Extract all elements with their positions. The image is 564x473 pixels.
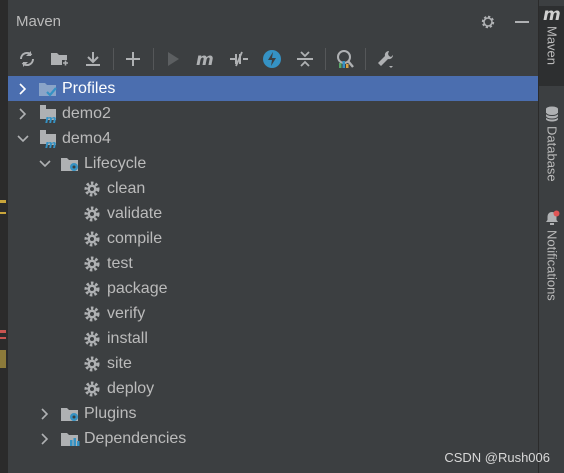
gutter-marker xyxy=(0,350,6,368)
add-maven-project-icon[interactable] xyxy=(47,46,73,72)
side-tab-label: Database xyxy=(544,126,560,182)
maven-toolbar: m xyxy=(8,44,538,74)
minimize-icon[interactable] xyxy=(512,12,532,32)
tree-node-label: clean xyxy=(107,179,146,197)
tree-node-label: Lifecycle xyxy=(84,154,147,172)
tree-node-label: demo4 xyxy=(62,129,111,147)
tree-node-label: deploy xyxy=(107,379,155,397)
database-icon xyxy=(545,106,559,122)
lifecycle-phase-deploy[interactable]: deploy xyxy=(8,376,538,401)
tool-window-header: Maven xyxy=(8,0,538,44)
run-icon[interactable] xyxy=(160,46,186,72)
gutter-marker xyxy=(0,330,6,333)
gear-icon[interactable] xyxy=(478,12,498,32)
tree-node-label: verify xyxy=(107,304,146,322)
lifecycle-phase-validate[interactable]: validate xyxy=(8,201,538,226)
gear-icon xyxy=(82,379,102,399)
toolbar-separator xyxy=(113,48,114,70)
maven-tool-window: Maven m Profiles m demo2 m demo4 Lifecyc… xyxy=(8,0,538,473)
gutter-marker xyxy=(0,212,6,214)
gear-icon xyxy=(82,329,102,349)
tree-node-profiles[interactable]: Profiles xyxy=(8,76,538,101)
gear-icon xyxy=(82,229,102,249)
notifications-side-tab[interactable]: Notifications xyxy=(539,210,564,320)
editor-gutter-strip xyxy=(0,0,8,473)
toolbar-separator xyxy=(365,48,366,70)
svg-text:m: m xyxy=(196,51,214,67)
chevron-right-icon[interactable] xyxy=(16,107,30,121)
skip-tests-icon[interactable] xyxy=(259,46,285,72)
svg-text:m: m xyxy=(45,113,56,124)
lifecycle-phase-site[interactable]: site xyxy=(8,351,538,376)
lifecycle-folder-icon xyxy=(60,154,80,174)
svg-text:m: m xyxy=(45,138,56,149)
tree-node-label: Profiles xyxy=(62,79,116,97)
lifecycle-phase-install[interactable]: install xyxy=(8,326,538,351)
maven-projects-tree: Profiles m demo2 m demo4 Lifecycle clean… xyxy=(8,76,538,451)
tree-node-label: package xyxy=(107,279,168,297)
tree-node-demo4[interactable]: m demo4 xyxy=(8,126,538,151)
tree-node-lifecycle[interactable]: Lifecycle xyxy=(8,151,538,176)
chevron-right-icon[interactable] xyxy=(38,432,52,446)
toolbar-separator xyxy=(325,48,326,70)
gutter-marker xyxy=(0,337,6,339)
lifecycle-phase-compile[interactable]: compile xyxy=(8,226,538,251)
toolbar-separator xyxy=(153,48,154,70)
maven-side-tab[interactable]: m Maven xyxy=(539,6,564,86)
watermark-text: CSDN @Rush006 xyxy=(444,450,550,465)
lifecycle-phase-verify[interactable]: verify xyxy=(8,301,538,326)
side-tab-label: Maven xyxy=(544,26,560,66)
tree-node-label: site xyxy=(107,354,132,372)
gear-icon xyxy=(82,254,102,274)
analyze-dependencies-icon[interactable] xyxy=(332,46,358,72)
tree-node-label: Dependencies xyxy=(84,429,187,447)
collapse-all-icon[interactable] xyxy=(292,46,318,72)
lifecycle-phase-package[interactable]: package xyxy=(8,276,538,301)
tree-node-label: Plugins xyxy=(84,404,137,422)
tree-node-plugins[interactable]: Plugins xyxy=(8,401,538,426)
tree-node-dependencies[interactable]: Dependencies xyxy=(8,426,538,451)
chevron-down-icon[interactable] xyxy=(16,132,30,146)
settings-wrench-icon[interactable] xyxy=(372,46,398,72)
lifecycle-phase-clean[interactable]: clean xyxy=(8,176,538,201)
download-icon[interactable] xyxy=(80,46,106,72)
chevron-down-icon[interactable] xyxy=(38,157,52,171)
right-tool-window-bar: m Maven Database Notifications xyxy=(538,0,564,473)
gear-icon xyxy=(82,179,102,199)
gear-icon xyxy=(82,304,102,324)
add-icon[interactable] xyxy=(120,46,146,72)
tree-node-label: validate xyxy=(107,204,163,222)
maven-module-icon: m xyxy=(38,129,58,149)
tree-node-label: compile xyxy=(107,229,163,247)
gear-icon xyxy=(82,204,102,224)
tree-node-demo2[interactable]: m demo2 xyxy=(8,101,538,126)
bell-icon xyxy=(546,210,560,225)
tree-node-label: demo2 xyxy=(62,104,111,122)
maven-goal-icon[interactable]: m xyxy=(193,46,219,72)
tree-node-label: install xyxy=(107,329,148,347)
panel-title: Maven xyxy=(16,13,62,30)
lifecycle-phase-test[interactable]: test xyxy=(8,251,538,276)
side-tab-label: Notifications xyxy=(544,230,560,301)
maven-icon: m xyxy=(543,6,561,22)
dependencies-folder-icon xyxy=(60,429,80,449)
gear-icon xyxy=(82,354,102,374)
tree-node-label: test xyxy=(107,254,133,272)
maven-module-icon: m xyxy=(38,104,58,124)
profiles-folder-icon xyxy=(38,79,58,99)
toggle-offline-icon[interactable] xyxy=(226,46,252,72)
chevron-right-icon[interactable] xyxy=(38,407,52,421)
reload-icon[interactable] xyxy=(14,46,40,72)
chevron-right-icon[interactable] xyxy=(16,82,30,96)
gutter-marker xyxy=(0,200,6,203)
plugins-folder-icon xyxy=(60,404,80,424)
database-side-tab[interactable]: Database xyxy=(539,106,564,190)
gear-icon xyxy=(82,279,102,299)
svg-text:m: m xyxy=(543,6,561,22)
